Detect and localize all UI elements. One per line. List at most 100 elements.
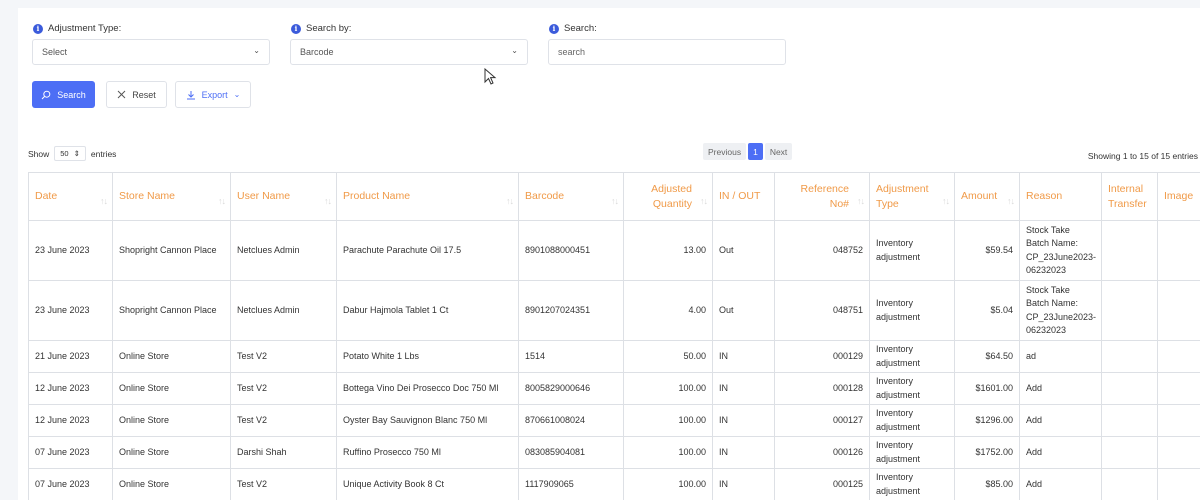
sort-icon: ↑↓	[506, 196, 514, 206]
cell-store: Shopright Cannon Place	[112, 220, 231, 281]
cell-adjusted-quantity: 50.00	[623, 340, 713, 373]
cell-user: Netclues Admin	[230, 220, 337, 281]
cell-amount: $1752.00	[954, 436, 1020, 469]
cell-amount: $59.54	[954, 220, 1020, 281]
column-header-date[interactable]: Date ↑↓	[28, 172, 113, 221]
sort-icon: ↑↓	[857, 196, 865, 206]
column-header-amount[interactable]: Amount ↑↓	[954, 172, 1020, 221]
cell-reference: 048751	[774, 280, 870, 341]
cell-reason: Add	[1019, 372, 1102, 405]
column-header-reference[interactable]: Reference No# ↑↓	[774, 172, 870, 221]
cell-user: Test V2	[230, 372, 337, 405]
cell-store: Online Store	[112, 404, 231, 437]
table-row: 23 June 2023 Shopright Cannon Place Netclu…	[28, 280, 1200, 341]
cell-date: 12 June 2023	[28, 372, 113, 405]
info-icon: i	[549, 23, 559, 34]
mouse-cursor-icon	[484, 68, 497, 85]
cell-adjusted-quantity: 100.00	[623, 468, 713, 500]
pagination: Previous 1 Next	[703, 143, 793, 160]
next-page-button[interactable]: Next	[764, 143, 793, 160]
column-header-reason: Reason	[1019, 172, 1102, 221]
inventory-adjustment-table: Date ↑↓ Store Name ↑↓ User Name ↑↓ Product …	[28, 172, 1200, 500]
column-header-adjusted-quantity[interactable]: Adjusted Quantity ↑↓	[623, 172, 713, 221]
table-row: 12 June 2023 Online Store Test V2 Oyster Ba…	[28, 404, 1200, 437]
previous-page-button[interactable]: Previous	[703, 143, 747, 160]
column-header-barcode[interactable]: Barcode ↑↓	[518, 172, 624, 221]
search-by-select[interactable]: Barcode ⌄	[290, 39, 528, 65]
column-header-store[interactable]: Store Name ↑↓	[112, 172, 231, 221]
cell-adjustment-type: Inventory adjustment	[869, 220, 955, 281]
cell-date: 21 June 2023	[28, 340, 113, 373]
sort-icon: ↑↓	[1007, 196, 1015, 206]
cell-reference: 000125	[774, 468, 870, 500]
table-info: Showing 1 to 15 of 15 entries	[1087, 151, 1198, 161]
cell-adjusted-quantity: 100.00	[623, 436, 713, 469]
cell-image	[1157, 280, 1200, 341]
cell-reason: Add	[1019, 404, 1102, 437]
cell-amount: $85.00	[954, 468, 1020, 500]
table-row: 12 June 2023 Online Store Test V2 Bottega V…	[28, 372, 1200, 405]
search-icon	[41, 90, 51, 99]
cell-in-out: IN	[712, 340, 775, 373]
cell-reference: 048752	[774, 220, 870, 281]
cell-adjusted-quantity: 100.00	[623, 372, 713, 405]
cell-image	[1157, 340, 1200, 373]
cell-date: 12 June 2023	[28, 404, 113, 437]
search-label: i Search:	[549, 23, 597, 34]
chevron-down-icon: ⌄	[511, 46, 518, 55]
cell-date: 07 June 2023	[28, 468, 113, 500]
cell-image	[1157, 436, 1200, 469]
cell-reference: 000127	[774, 404, 870, 437]
cell-reason: ad	[1019, 340, 1102, 373]
cell-store: Online Store	[112, 340, 231, 373]
cell-user: Test V2	[230, 404, 337, 437]
cell-user: Test V2	[230, 340, 337, 373]
column-header-image: Image	[1157, 172, 1200, 221]
cell-date: 07 June 2023	[28, 436, 113, 469]
table-header-row: Date ↑↓ Store Name ↑↓ User Name ↑↓ Product …	[28, 172, 1200, 221]
cell-adjusted-quantity: 13.00	[623, 220, 713, 281]
cell-barcode: 870661008024	[518, 404, 624, 437]
adjustment-type-label: i Adjustment Type:	[33, 23, 121, 34]
cell-amount: $1601.00	[954, 372, 1020, 405]
cell-adjustment-type: Inventory adjustment	[869, 340, 955, 373]
info-icon: i	[33, 23, 43, 34]
column-header-adjustment-type[interactable]: Adjustment Type ↑↓	[869, 172, 955, 221]
table-row: 07 June 2023 Online Store Test V2 Unique Ac…	[28, 468, 1200, 500]
chevron-down-icon: ⌄	[233, 90, 241, 99]
search-button[interactable]: Search	[32, 81, 95, 108]
cell-barcode: 1514	[518, 340, 624, 373]
cell-adjustment-type: Inventory adjustment	[869, 436, 955, 469]
cell-in-out: IN	[712, 468, 775, 500]
cell-amount: $1296.00	[954, 404, 1020, 437]
cell-barcode: 8901207024351	[518, 280, 624, 341]
table-row: 21 June 2023 Online Store Test V2 Potato Wh…	[28, 340, 1200, 373]
column-header-product[interactable]: Product Name ↑↓	[336, 172, 519, 221]
cell-amount: $64.50	[954, 340, 1020, 373]
cell-reason: Add	[1019, 436, 1102, 469]
entries-length-select[interactable]: 50 ⇕	[54, 146, 86, 161]
export-button[interactable]: Export ⌄	[175, 81, 251, 108]
cell-in-out: Out	[712, 220, 775, 281]
info-icon: i	[291, 23, 301, 34]
cell-reference: 000129	[774, 340, 870, 373]
table-body: 23 June 2023 Shopright Cannon Place Netclu…	[28, 220, 1200, 500]
page-1-button[interactable]: 1	[748, 143, 763, 160]
column-header-user[interactable]: User Name ↑↓	[230, 172, 337, 221]
cell-amount: $5.04	[954, 280, 1020, 341]
search-input[interactable]	[558, 47, 785, 57]
adjustment-type-select[interactable]: Select ⌄	[32, 39, 270, 65]
cell-adjustment-type: Inventory adjustment	[869, 372, 955, 405]
cell-barcode: 8901088000451	[518, 220, 624, 281]
reset-button[interactable]: Reset	[106, 81, 167, 108]
cell-store: Online Store	[112, 468, 231, 500]
cell-date: 23 June 2023	[28, 220, 113, 281]
cell-user: Netclues Admin	[230, 280, 337, 341]
cell-image	[1157, 404, 1200, 437]
table-row: 23 June 2023 Shopright Cannon Place Netclu…	[28, 220, 1200, 281]
cell-product: Unique Activity Book 8 Ct	[336, 468, 519, 500]
entries-length-control: Show 50 ⇕ entries	[28, 146, 116, 161]
cell-in-out: IN	[712, 436, 775, 469]
cell-product: Potato White 1 Lbs	[336, 340, 519, 373]
cell-image	[1157, 468, 1200, 500]
